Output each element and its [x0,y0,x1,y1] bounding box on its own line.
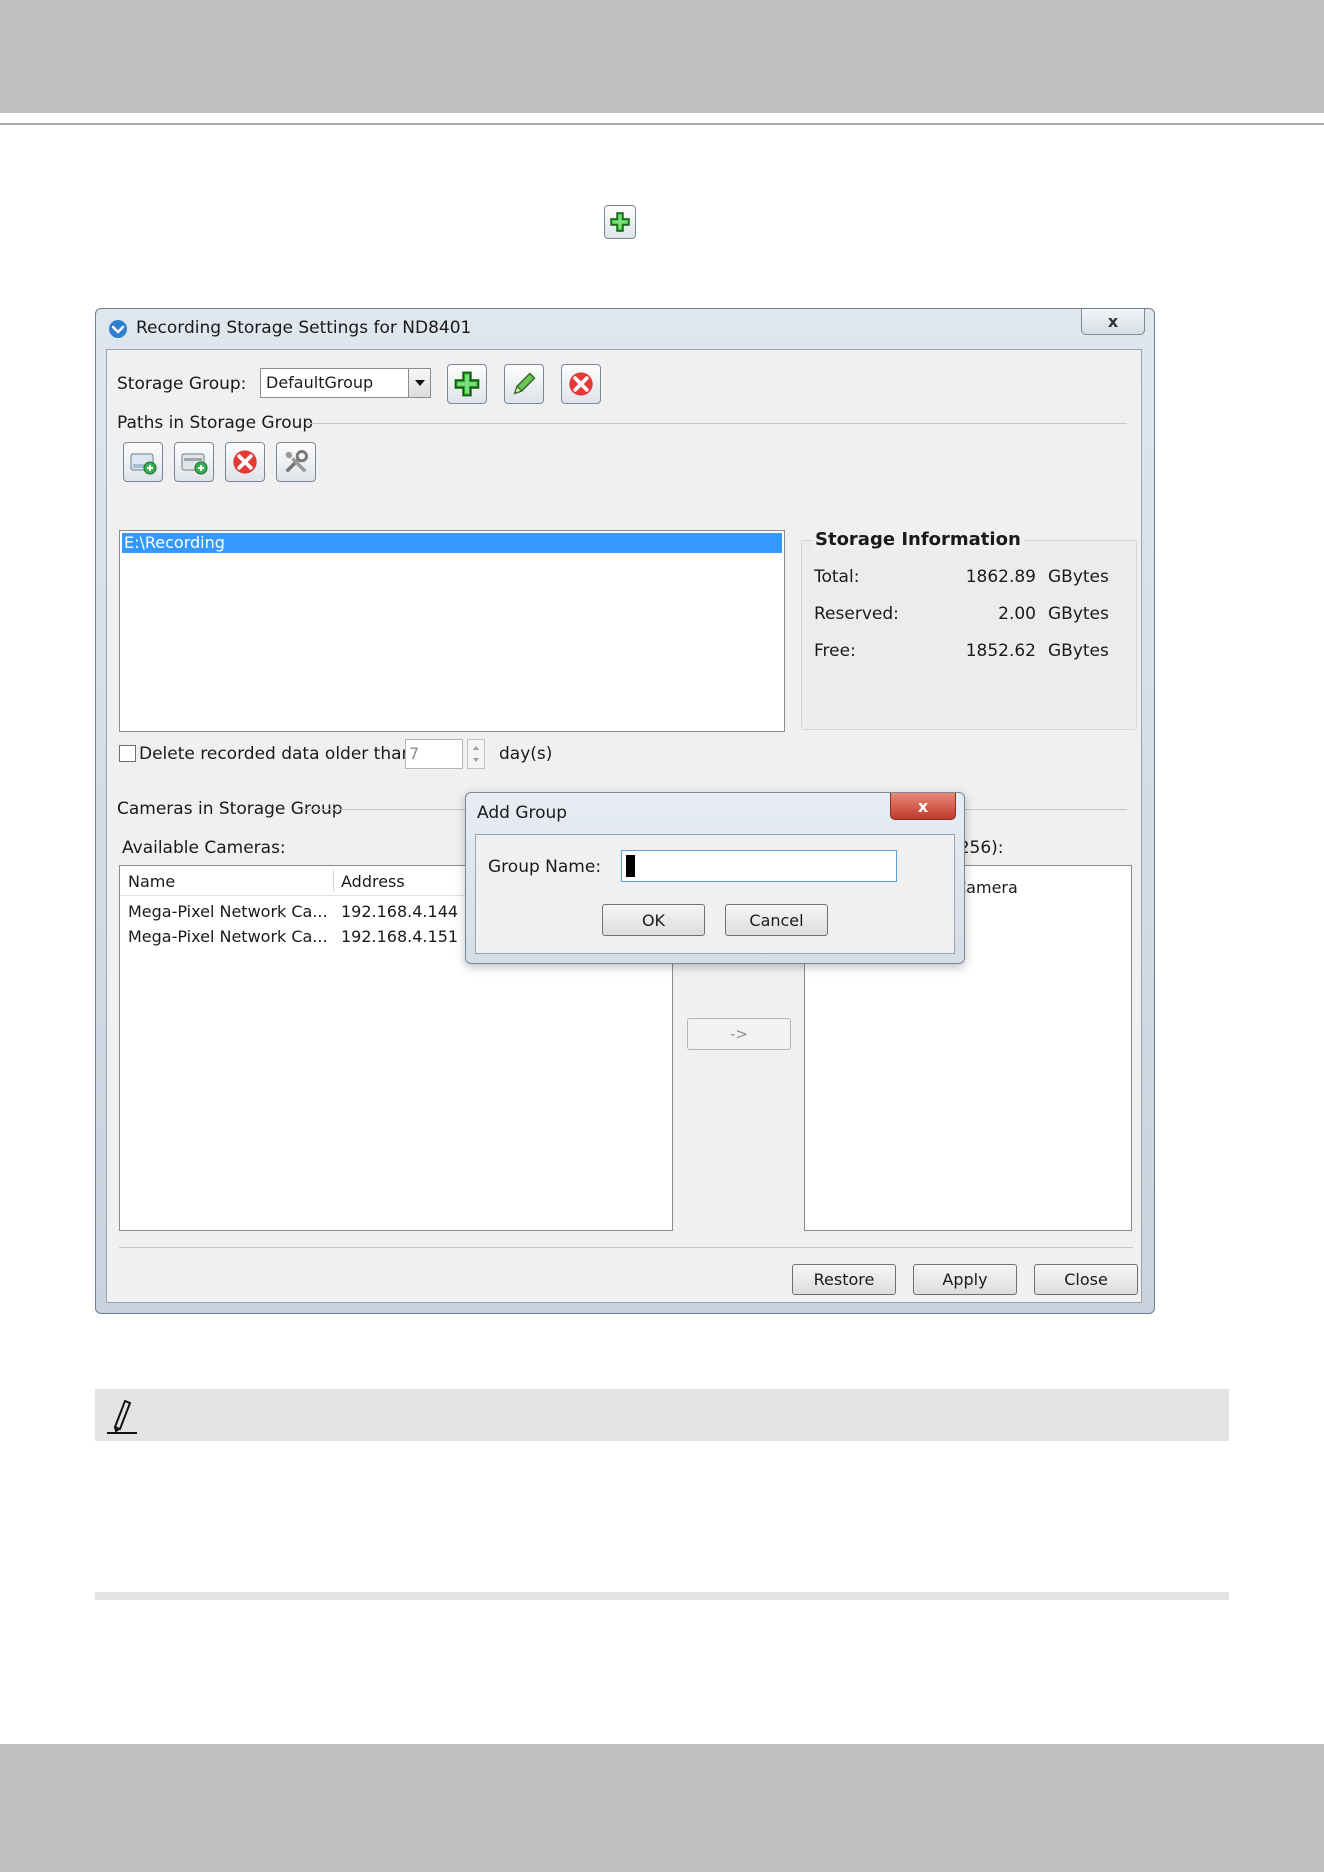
path-settings-button[interactable] [276,442,316,482]
column-divider[interactable] [333,870,334,892]
storage-group-value: DefaultGroup [266,373,374,392]
add-group-button[interactable] [447,364,487,404]
free-unit: GBytes [1048,641,1109,661]
paths-section-divider [307,423,1127,424]
storage-group-select[interactable]: DefaultGroup [260,368,431,398]
delete-old-data-checkbox[interactable] [119,745,136,762]
add-group-client-area: Group Name: OK Cancel [475,834,955,954]
close-icon: x [1107,312,1119,331]
red-x-icon [233,450,257,474]
red-x-icon [569,372,593,396]
total-unit: GBytes [1048,567,1109,587]
app-logo-icon [108,319,128,339]
reserved-label: Reserved: [814,604,899,624]
column-header-name[interactable]: Name [128,872,175,891]
retention-days-unit: day(s) [499,744,553,764]
retention-days-stepper[interactable] [467,739,485,769]
page-footer-band [0,1744,1324,1872]
camera-address: 192.168.4.151 [341,927,459,946]
add-group-close-button[interactable]: x [890,793,956,820]
add-path-button[interactable] [123,442,163,482]
available-cameras-label: Available Cameras: [122,838,286,858]
add-network-folder-icon [181,453,208,475]
close-icon: x [917,796,929,816]
total-value: 1862.89 [965,567,1036,587]
footer-divider [119,1247,1133,1248]
section-separator [95,1592,1229,1600]
page-header-band [0,0,1324,113]
inline-add-icon [604,205,636,239]
reserved-unit: GBytes [1048,604,1109,624]
delete-path-button[interactable] [225,442,265,482]
group-name-label: Group Name: [488,857,602,877]
close-button[interactable]: Close [1034,1264,1138,1295]
storage-information-title: Storage Information [812,529,1024,550]
group-name-input[interactable] [621,850,897,882]
camera-name: Mega-Pixel Network Ca... [128,927,328,946]
cancel-button[interactable]: Cancel [725,904,828,936]
path-list-item[interactable]: E:\Recording [122,533,782,553]
paths-list[interactable]: E:\Recording [119,530,785,732]
free-value: 1852.62 [965,641,1036,661]
text-caret [626,855,635,877]
add-group-dialog: Add Group x Group Name: OK Cancel [465,792,965,964]
total-label: Total: [814,567,860,587]
column-header-address[interactable]: Address [341,872,405,891]
ok-button[interactable]: OK [602,904,705,936]
window-close-button[interactable]: x [1081,309,1145,335]
add-folder-icon [130,453,157,475]
paths-section-label: Paths in Storage Group [117,413,314,433]
tools-icon [285,450,308,473]
window-title: Recording Storage Settings for ND8401 [136,318,472,338]
retention-days-input[interactable]: 7 [405,739,463,769]
plus-icon [454,371,480,397]
reserved-value: 2.00 [998,604,1036,624]
pencil-icon [513,372,536,395]
dropdown-arrow-icon[interactable] [408,369,430,397]
header-rule [0,123,1324,125]
note-pencil-icon [105,1395,137,1435]
free-label: Free: [814,641,856,661]
note-bar [95,1389,1229,1441]
apply-button[interactable]: Apply [913,1264,1017,1295]
restore-button[interactable]: Restore [792,1264,896,1295]
add-group-title: Add Group [477,803,568,823]
storage-group-label: Storage Group: [117,374,247,394]
camera-name: Mega-Pixel Network Ca... [128,902,328,921]
storage-information-panel: Storage Information Total: 1862.89 GByte… [801,529,1137,730]
add-network-path-button[interactable] [174,442,214,482]
window-titlebar[interactable]: Recording Storage Settings for ND8401 x [96,309,1154,349]
camera-address: 192.168.4.144 [341,902,459,921]
delete-group-button[interactable] [561,364,601,404]
delete-old-data-label: Delete recorded data older than [139,744,413,764]
edit-group-button[interactable] [504,364,544,404]
move-to-group-button[interactable]: -> [687,1018,791,1050]
